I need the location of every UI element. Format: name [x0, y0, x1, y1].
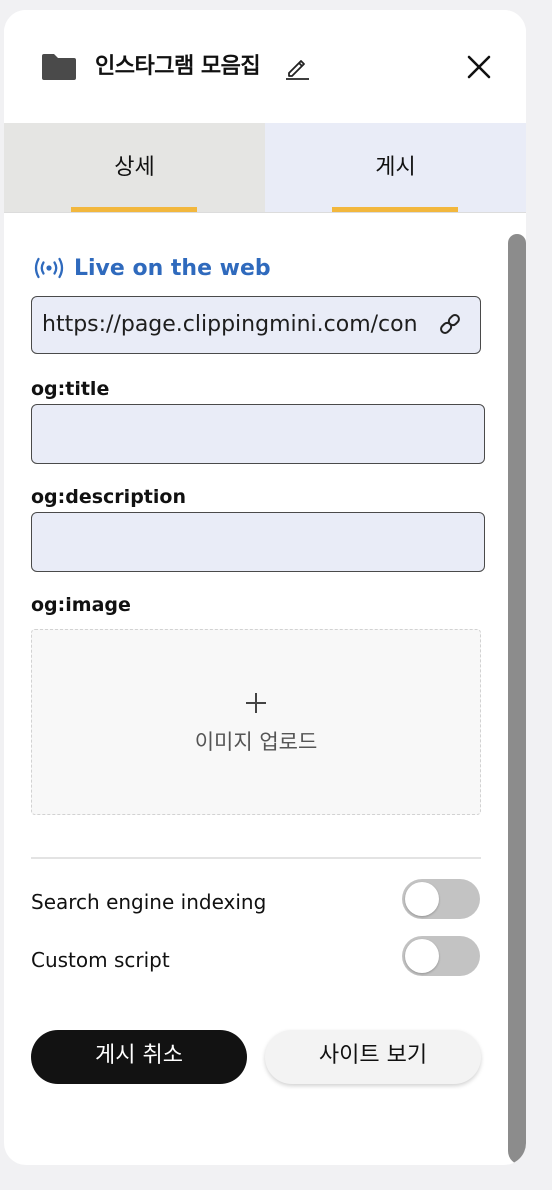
pencil-icon[interactable]	[284, 54, 310, 80]
toggle-knob	[405, 939, 439, 973]
og-title-label: og:title	[31, 378, 110, 400]
tab-label: 상세	[114, 155, 155, 180]
custom-script-toggle[interactable]	[402, 936, 480, 976]
search-indexing-label: Search engine indexing	[31, 890, 267, 914]
close-icon[interactable]	[464, 52, 494, 82]
publish-status-text: Live on the web	[74, 255, 271, 281]
og-description-input[interactable]	[31, 512, 485, 572]
og-title-input[interactable]	[31, 404, 485, 464]
published-url-field[interactable]: https://page.clippingmini.com/con	[31, 296, 481, 354]
publish-status: Live on the web	[32, 253, 271, 283]
folder-icon	[42, 54, 76, 80]
page-title: 인스타그램 모음집	[95, 54, 261, 79]
tab-detail[interactable]: 상세	[4, 123, 265, 212]
custom-script-label: Custom script	[31, 948, 170, 972]
tab-divider	[4, 212, 526, 213]
scrollbar[interactable]	[508, 234, 526, 1165]
plus-icon	[246, 693, 266, 713]
panel-header: 인스타그램 모음집	[4, 10, 526, 123]
tab-label: 게시	[375, 155, 416, 180]
image-upload-dropzone[interactable]: 이미지 업로드	[31, 629, 481, 815]
og-description-label: og:description	[31, 486, 186, 508]
tab-publish[interactable]: 게시	[265, 123, 526, 212]
unpublish-button[interactable]: 게시 취소	[31, 1030, 247, 1084]
toggle-knob	[405, 882, 439, 916]
og-image-label: og:image	[31, 594, 131, 616]
link-icon[interactable]	[437, 311, 463, 337]
publish-panel: 인스타그램 모음집 상세 게시 Live on the web https://…	[4, 10, 526, 1165]
tab-bar: 상세 게시	[4, 123, 526, 212]
section-divider	[31, 857, 481, 859]
upload-label: 이미지 업로드	[194, 730, 318, 754]
broadcast-icon	[34, 257, 64, 279]
view-site-button[interactable]: 사이트 보기	[265, 1030, 481, 1084]
search-indexing-toggle[interactable]	[402, 879, 480, 919]
published-url[interactable]: https://page.clippingmini.com/con	[42, 310, 422, 340]
